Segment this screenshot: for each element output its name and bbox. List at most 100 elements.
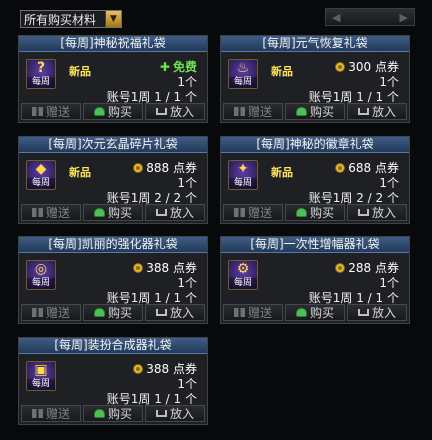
item-card: [每周]装扮合成器礼袋 ▣ 每周 388 点券 1个 账号1周 1 / 1 个赠送 购买 放入 (18, 337, 208, 425)
gift-button-label: 赠送 (45, 407, 70, 421)
item-icon[interactable]: ? 每周 (26, 59, 56, 89)
item-title: [每周]次元玄晶碎片礼袋 (19, 137, 207, 153)
category-dropdown[interactable]: 所有购买材料 ▼ (20, 10, 122, 28)
weekly-tag: 每周 (229, 278, 257, 289)
item-title: [每周]神秘祝福礼袋 (19, 36, 207, 52)
put-in-button-label: 放入 (169, 306, 194, 320)
item-symbol-icon: ✦ (237, 161, 249, 177)
gift-icon (233, 107, 245, 116)
buy-button[interactable]: 购买 (83, 405, 143, 422)
item-actions: 赠送 购买 放入 (21, 103, 205, 120)
item-icon[interactable]: ▣ 每周 (26, 361, 56, 391)
put-in-button[interactable]: 放入 (347, 304, 407, 321)
buy-button[interactable]: 购买 (285, 204, 345, 221)
put-in-icon (357, 209, 369, 216)
put-in-button[interactable]: 放入 (347, 103, 407, 120)
item-icon[interactable]: ◎ 每周 (26, 260, 56, 290)
gift-button[interactable]: 赠送 (21, 103, 81, 120)
gift-button[interactable]: 赠送 (21, 304, 81, 321)
put-in-button[interactable]: 放入 (145, 304, 205, 321)
coupon-coin-icon (335, 162, 346, 173)
buy-icon (295, 107, 307, 116)
put-in-icon (357, 108, 369, 115)
item-actions: 赠送 购买 放入 (223, 304, 407, 321)
buy-icon (93, 308, 105, 317)
buy-button[interactable]: 购买 (83, 304, 143, 321)
next-page-icon[interactable]: ▶ (400, 11, 408, 24)
item-symbol-icon: ♨ (236, 60, 250, 76)
item-symbol-icon: ◆ (35, 161, 47, 177)
put-in-icon (155, 108, 167, 115)
gift-button-label: 赠送 (247, 105, 272, 119)
coupon-coin-icon (133, 363, 144, 374)
item-symbol-icon: ◎ (34, 261, 48, 277)
put-in-button[interactable]: 放入 (145, 204, 205, 221)
item-icon[interactable]: ✦ 每周 (228, 160, 258, 190)
gift-button[interactable]: 赠送 (223, 204, 283, 221)
new-badge: 新品 (271, 166, 293, 179)
item-title: [每周]神秘的徽章礼袋 (221, 137, 409, 153)
buy-button-label: 购买 (107, 206, 132, 220)
buy-button[interactable]: 购买 (83, 204, 143, 221)
coupon-coin-icon (335, 61, 346, 72)
item-symbol-icon: ⚙ (236, 261, 250, 277)
put-in-button-label: 放入 (371, 206, 396, 220)
item-title: [每周]一次性增幅器礼袋 (221, 237, 409, 253)
item-actions: 赠送 购买 放入 (21, 204, 205, 221)
buy-button-label: 购买 (309, 306, 334, 320)
gift-button-label: 赠送 (45, 306, 70, 320)
coupon-coin-icon (335, 262, 346, 273)
buy-icon (93, 208, 105, 217)
item-card: [每周]神秘的徽章礼袋 ✦ 每周 新品 688 点券 1个 账号1周 2 / 2 个赠送 购买… (220, 136, 410, 224)
gift-icon (31, 409, 43, 418)
gift-icon (31, 308, 43, 317)
gift-button-label: 赠送 (45, 206, 70, 220)
weekly-tag: 每周 (229, 77, 257, 88)
shop-panel: 所有购买材料 ▼ ◀ ▶ [每周]神秘祝福礼袋? 每周 新品 ✚ 免费 1个 账号1周 1 … (0, 0, 432, 440)
gift-button[interactable]: 赠送 (223, 304, 283, 321)
item-icon[interactable]: ⚙ 每周 (228, 260, 258, 290)
free-plus-icon: ✚ (159, 59, 170, 74)
new-badge: 新品 (69, 166, 91, 179)
put-in-icon (155, 410, 167, 417)
buy-button-label: 购买 (107, 306, 132, 320)
buy-icon (295, 308, 307, 317)
prev-page-icon[interactable]: ◀ (332, 11, 340, 24)
new-badge: 新品 (69, 65, 91, 78)
buy-button[interactable]: 购买 (285, 304, 345, 321)
put-in-button[interactable]: 放入 (145, 103, 205, 120)
item-title: [每周]装扮合成器礼袋 (19, 338, 207, 354)
item-actions: 赠送 购买 放入 (223, 204, 407, 221)
coupon-coin-icon (133, 162, 144, 173)
buy-button-label: 购买 (309, 105, 334, 119)
item-title: [每周]元气恢复礼袋 (221, 36, 409, 52)
item-icon[interactable]: ◆ 每周 (26, 160, 56, 190)
gift-button[interactable]: 赠送 (21, 405, 81, 422)
put-in-icon (155, 209, 167, 216)
buy-button[interactable]: 购买 (83, 103, 143, 120)
put-in-icon (155, 309, 167, 316)
item-actions: 赠送 购买 放入 (223, 103, 407, 120)
put-in-button[interactable]: 放入 (347, 204, 407, 221)
buy-button-label: 购买 (107, 105, 132, 119)
put-in-button-label: 放入 (169, 206, 194, 220)
put-in-button[interactable]: 放入 (145, 405, 205, 422)
gift-button-label: 赠送 (247, 206, 272, 220)
put-in-icon (357, 309, 369, 316)
item-icon[interactable]: ♨ 每周 (228, 59, 258, 89)
item-card: [每周]次元玄晶碎片礼袋 ◆ 每周 新品 888 点券 1个 账号1周 2 / 2 个赠送购… (18, 136, 208, 224)
gift-button[interactable]: 赠送 (21, 204, 81, 221)
item-symbol-icon: ▣ (34, 362, 48, 378)
buy-button-label: 购买 (309, 206, 334, 220)
put-in-button-label: 放入 (371, 306, 396, 320)
weekly-tag: 每周 (229, 178, 257, 189)
gift-icon (233, 308, 245, 317)
item-card: [每周]一次性增幅器礼袋 ⚙ 每周 288 点券 1个 账号1周 1 / 1 个赠送 购买放… (220, 236, 410, 324)
dropdown-arrow-icon[interactable]: ▼ (105, 11, 121, 27)
item-card: [每周]神秘祝福礼袋? 每周 新品 ✚ 免费 1个 账号1周 1 / 1 个赠送 购买 放入 (18, 35, 208, 123)
buy-button[interactable]: 购买 (285, 103, 345, 120)
gift-icon (31, 107, 43, 116)
buy-icon (295, 208, 307, 217)
gift-button[interactable]: 赠送 (223, 103, 283, 120)
weekly-tag: 每周 (27, 77, 55, 88)
